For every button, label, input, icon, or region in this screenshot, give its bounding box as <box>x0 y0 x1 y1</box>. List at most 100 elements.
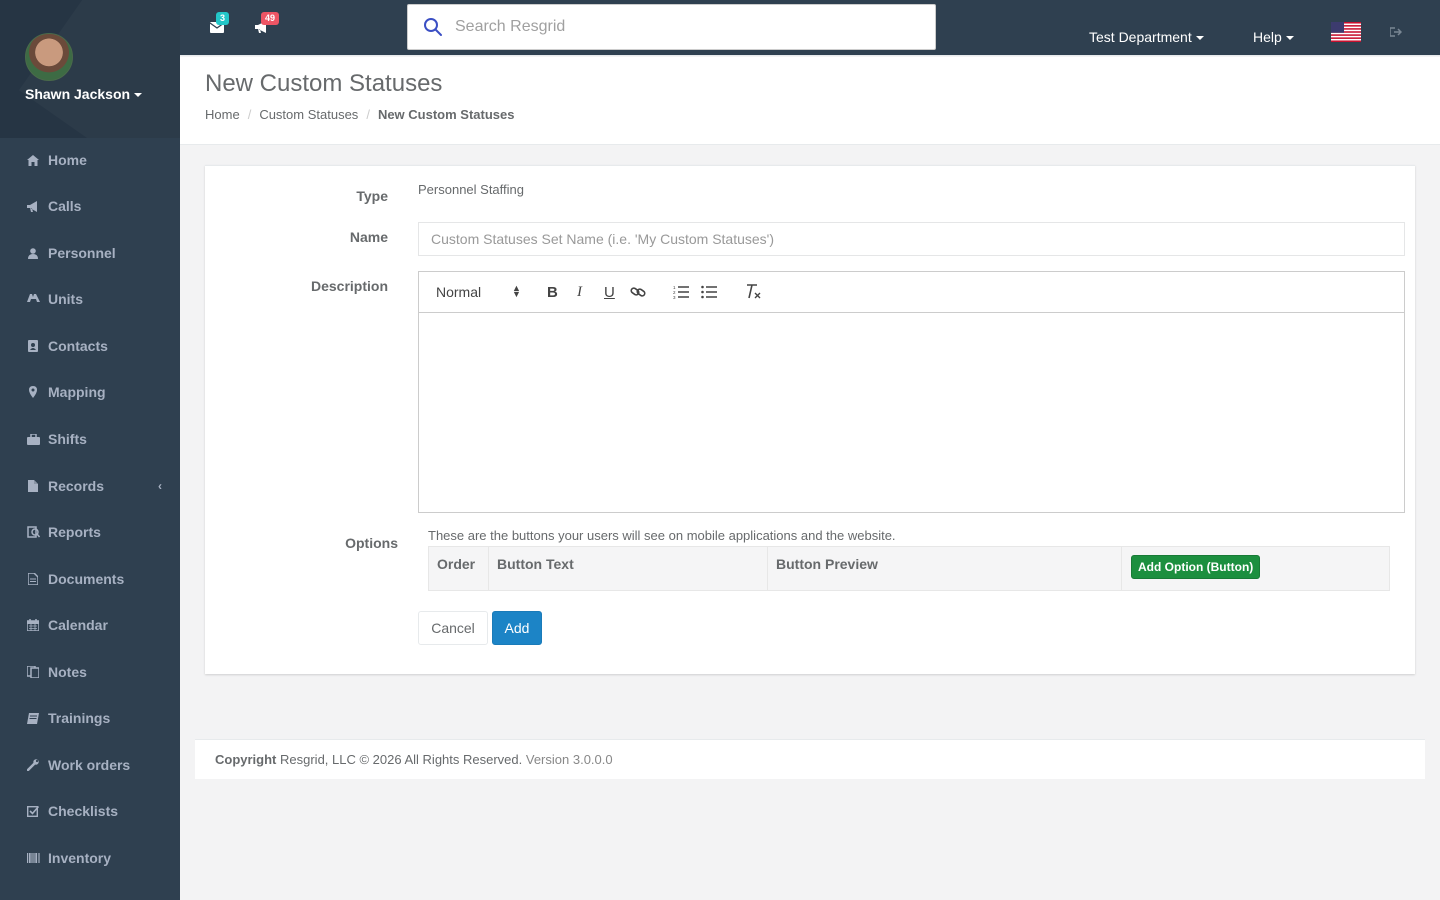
file-icon <box>25 480 41 492</box>
type-value: Personnel Staffing <box>418 182 524 197</box>
sidebar-item-label: Work orders <box>48 757 131 773</box>
sidebar-item-work-orders[interactable]: Work orders <box>0 742 180 788</box>
breadcrumb-home[interactable]: Home <box>205 107 240 122</box>
search-icon <box>424 18 442 36</box>
address-book-icon <box>25 340 41 352</box>
avatar[interactable] <box>25 33 73 81</box>
bullet-list-icon[interactable] <box>701 285 717 303</box>
sign-out-icon <box>1389 27 1403 37</box>
copyright-text: Resgrid, LLC © 2026 All Rights Reserved. <box>276 752 526 767</box>
wrench-icon <box>25 759 41 771</box>
sidebar-item-label: Notes <box>48 664 87 680</box>
calendar-icon <box>25 619 41 631</box>
copyright-label: Copyright <box>215 752 277 767</box>
version-text: Version 3.0.0.0 <box>525 752 613 767</box>
name-field[interactable] <box>418 222 1405 256</box>
sidebar-item-calendar[interactable]: Calendar <box>0 602 180 648</box>
calls-badge: 49 <box>261 12 280 25</box>
profile-menu[interactable]: Shawn Jackson <box>25 86 143 102</box>
sidebar-item-label: Contacts <box>48 338 108 354</box>
column-header-button-text: Button Text <box>489 547 768 590</box>
department-dropdown[interactable]: Test Department <box>1089 29 1204 45</box>
map-marker-icon <box>25 386 41 398</box>
page-header: New Custom Statuses Home / Custom Statuses… <box>180 57 1440 145</box>
editor-toolbar: Normal ▲ ▼ B I U 123 <box>419 272 1404 313</box>
sidebar-item-label: Shifts <box>48 431 87 447</box>
options-label: Options <box>345 535 398 551</box>
custom-status-form: Type Personnel Staffing Name Description… <box>205 165 1415 674</box>
sidebar-item-shifts[interactable]: Shifts <box>0 416 180 462</box>
sidebar-item-mapping[interactable]: Mapping <box>0 369 180 415</box>
sidebar-item-inventory[interactable]: Inventory <box>0 835 180 881</box>
sidebar-item-calls[interactable]: Calls <box>0 183 180 229</box>
caret-down-icon <box>1195 36 1204 41</box>
sort-arrows-icon: ▲ ▼ <box>512 283 521 299</box>
checklist-icon <box>25 805 41 817</box>
sidebar-item-label: Personnel <box>48 245 116 261</box>
breadcrumb-current: New Custom Statuses <box>377 107 515 122</box>
column-header-order: Order <box>429 547 489 590</box>
search-box[interactable] <box>407 4 936 50</box>
footer: Copyright Resgrid, LLC © 2026 All Rights… <box>195 739 1425 779</box>
sidebar-item-reports[interactable]: Reports <box>0 509 180 555</box>
notes-icon <box>25 666 41 678</box>
truck-icon <box>25 294 41 304</box>
help-label: Help <box>1253 29 1282 45</box>
sidebar-item-label: Checklists <box>48 803 119 819</box>
sidebar-item-label: Inventory <box>48 850 112 866</box>
format-select[interactable]: Normal <box>436 284 481 300</box>
sidebar-item-home[interactable]: Home <box>0 137 180 183</box>
sidebar-item-notes[interactable]: Notes <box>0 649 180 695</box>
add-button[interactable]: Add <box>492 611 542 645</box>
breadcrumb-custom-statuses[interactable]: Custom Statuses <box>259 107 358 122</box>
underline-icon[interactable]: U <box>604 284 615 301</box>
sidebar-item-contacts[interactable]: Contacts <box>0 323 180 369</box>
name-label: Name <box>349 229 388 245</box>
bullhorn-icon <box>25 200 41 212</box>
user-name: Shawn Jackson <box>25 86 131 102</box>
chevron-left-icon: ‹ <box>158 479 162 493</box>
sidebar-item-records[interactable]: Records ‹ <box>0 463 180 509</box>
sidebar-item-units[interactable]: Units <box>0 276 180 322</box>
sidebar-item-label: Records <box>48 478 105 494</box>
description-label: Description <box>310 278 388 294</box>
sidebar-item-label: Calls <box>48 198 82 214</box>
sidebar-item-personnel[interactable]: Personnel <box>0 230 180 276</box>
messages-badge: 3 <box>216 12 230 25</box>
breadcrumb: Home / Custom Statuses / New Custom Statuses <box>205 107 515 122</box>
add-option-button[interactable]: Add Option (Button) <box>1131 555 1261 579</box>
sidebar-item-label: Reports <box>48 524 101 540</box>
sidebar-item-label: Units <box>48 291 83 307</box>
link-icon[interactable] <box>630 285 646 303</box>
barcode-icon <box>25 853 41 863</box>
calls-button[interactable]: 49 <box>255 12 280 36</box>
sidebar: Shawn Jackson Home Calls Personnel Units… <box>0 0 180 900</box>
description-editor: Normal ▲ ▼ B I U 123 <box>418 271 1405 513</box>
caret-down-icon <box>134 93 143 98</box>
svg-text:3: 3 <box>673 295 676 299</box>
logout-button[interactable] <box>1389 26 1403 40</box>
search-input[interactable] <box>455 18 895 36</box>
type-label: Type <box>356 188 388 204</box>
us-flag-icon[interactable] <box>1331 22 1361 42</box>
sidebar-item-label: Home <box>48 152 87 168</box>
options-table: Order Button Text Button Preview Add Opt… <box>428 546 1390 591</box>
italic-icon[interactable]: I <box>577 284 582 301</box>
bold-icon[interactable]: B <box>547 284 558 301</box>
cancel-button[interactable]: Cancel <box>418 611 488 645</box>
messages-button[interactable]: 3 <box>209 12 230 36</box>
document-icon <box>25 573 41 585</box>
sidebar-item-documents[interactable]: Documents <box>0 556 180 602</box>
editor-body[interactable] <box>419 313 1404 512</box>
caret-down-icon <box>1285 36 1294 41</box>
sidebar-item-label: Mapping <box>48 384 106 400</box>
briefcase-icon <box>25 433 41 445</box>
sidebar-item-checklists[interactable]: Checklists <box>0 788 180 834</box>
help-dropdown[interactable]: Help <box>1253 29 1294 45</box>
clear-format-icon[interactable] <box>745 284 761 303</box>
home-icon <box>25 154 41 166</box>
options-help-text: These are the buttons your users will se… <box>428 528 896 543</box>
sidebar-item-trainings[interactable]: Trainings <box>0 695 180 741</box>
sidebar-item-label: Trainings <box>48 710 111 726</box>
ordered-list-icon[interactable]: 123 <box>673 285 689 303</box>
